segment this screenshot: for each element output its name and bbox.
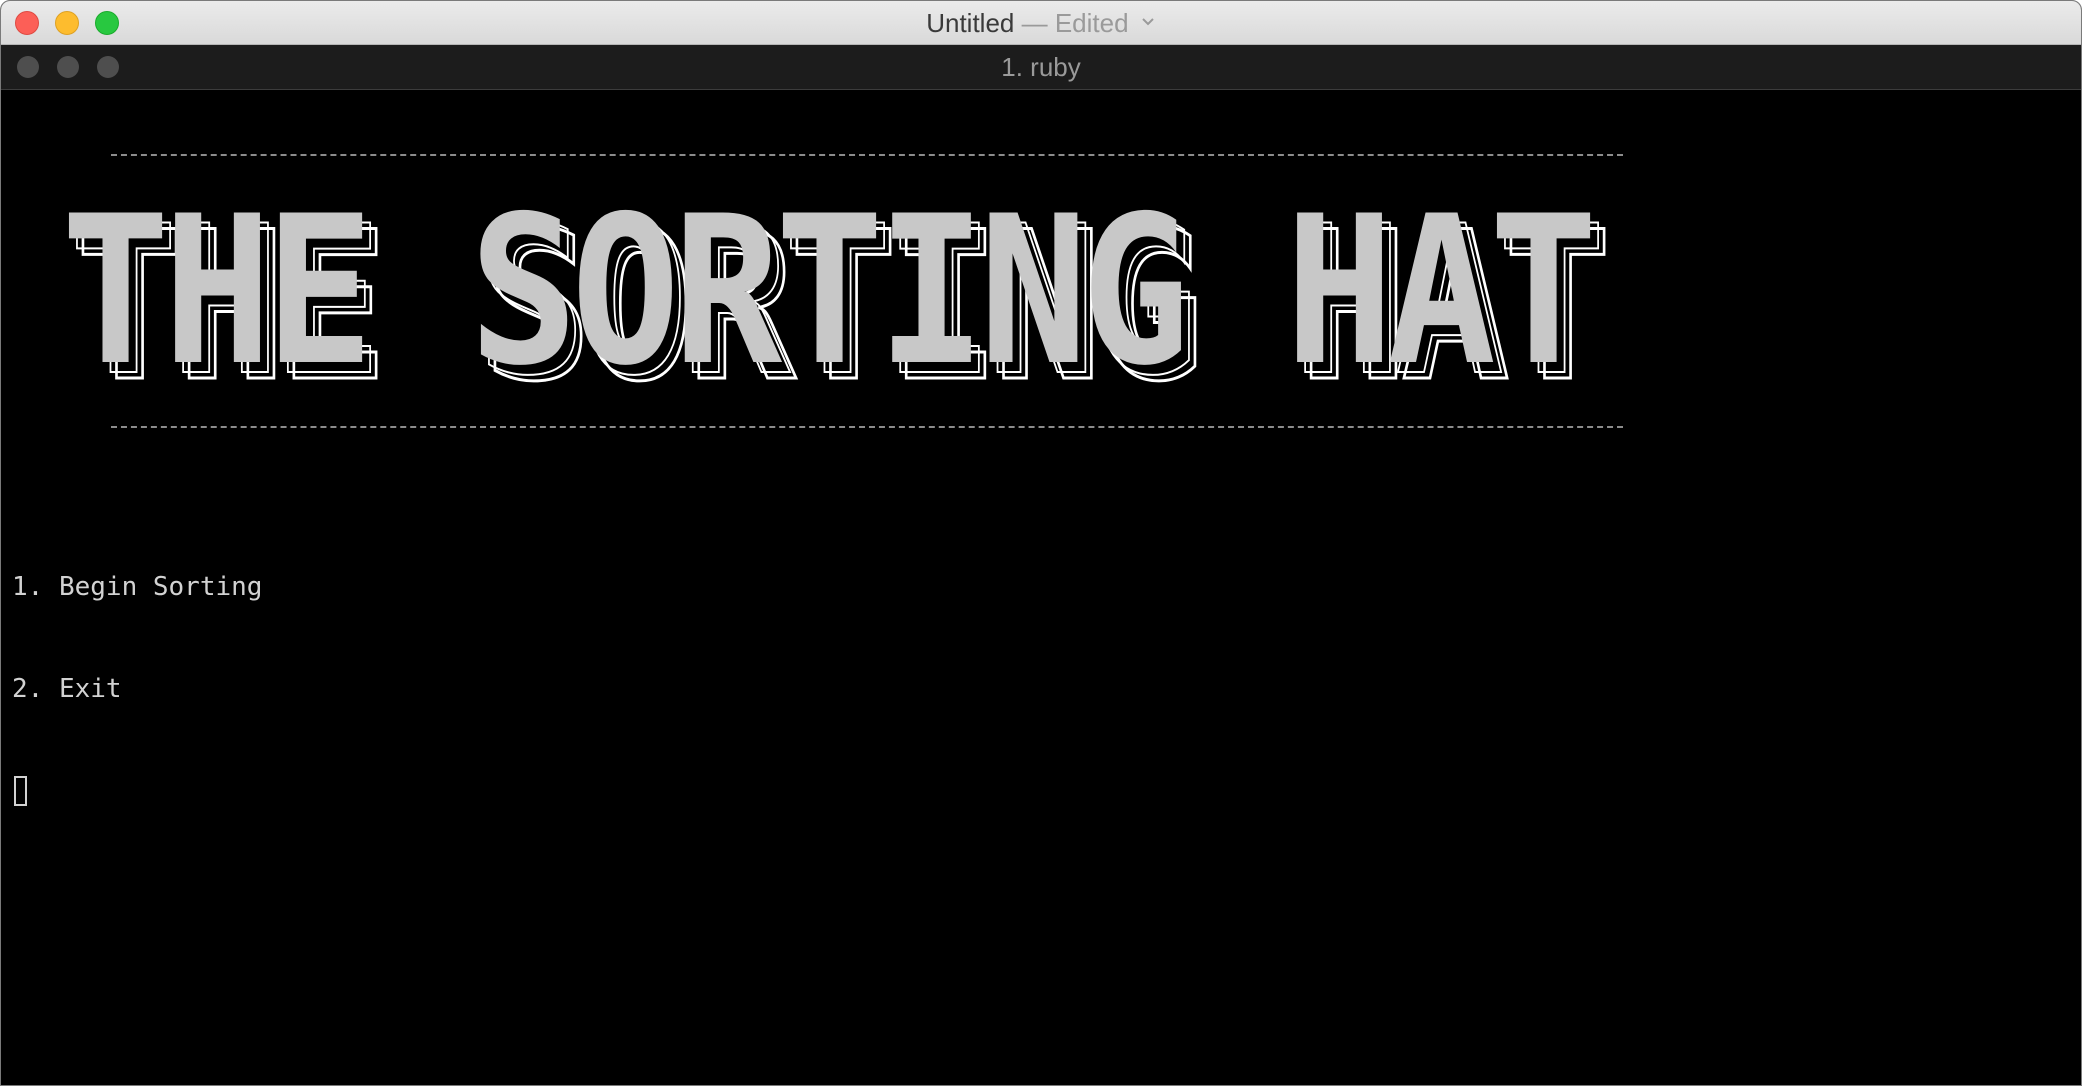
block-cursor-icon[interactable] (14, 776, 27, 806)
edited-status: Edited (1054, 8, 1129, 38)
menu-item-begin-sorting: 1. Begin Sorting (12, 572, 263, 602)
terminal-body[interactable]: .btxt { font-family: "DejaVu Sans Mono",… (1, 90, 2081, 1085)
chevron-down-icon[interactable] (1140, 14, 1156, 30)
terminal-tab-title: 1. ruby (1001, 52, 1081, 82)
sorting-menu: 1. Begin Sorting 2. Exit (12, 502, 262, 874)
window-titlebar[interactable]: Untitled — Edited (1, 1, 2081, 45)
banner-main-text: THE SORTING HAT (61, 190, 1591, 390)
title-separator: — (1021, 8, 1048, 38)
window-title[interactable]: Untitled — Edited (1, 1, 2081, 45)
ascii-banner-title: .btxt { font-family: "DejaVu Sans Mono",… (61, 190, 1615, 390)
banner-top-rule (111, 154, 1623, 156)
menu-item-exit: 2. Exit (12, 674, 122, 704)
document-title: Untitled (926, 8, 1015, 38)
terminal-window: Untitled — Edited 1. ruby .btxt { font-f… (0, 0, 2082, 1086)
terminal-tab-bar: 1. ruby (1, 45, 2081, 90)
banner-bottom-rule (111, 426, 1623, 428)
